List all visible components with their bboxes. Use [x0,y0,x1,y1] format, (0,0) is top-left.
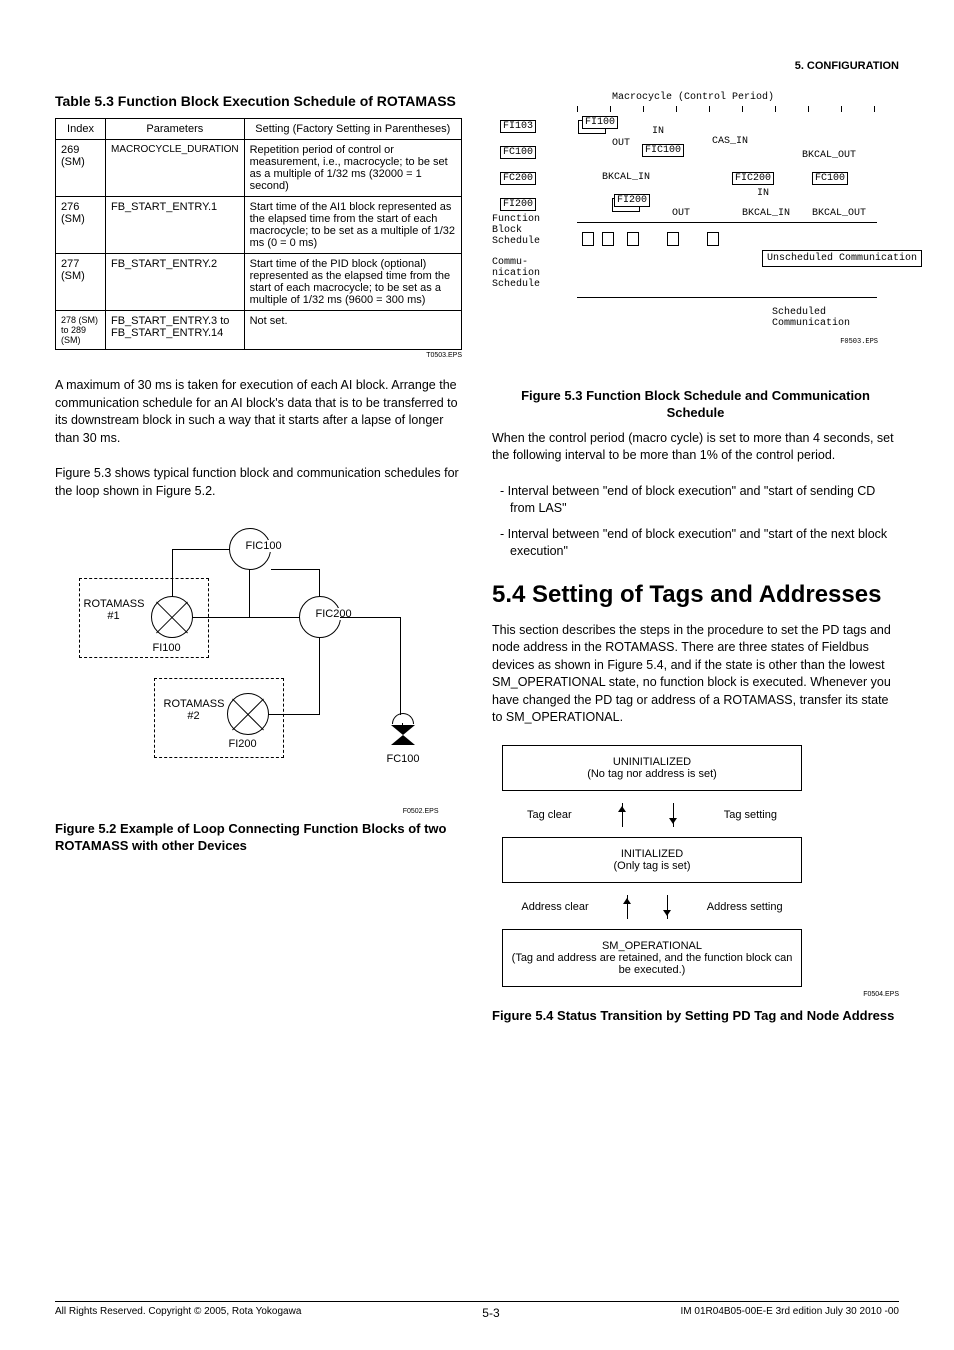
table-row: 276 (SM) FB_START_ENTRY.1 Start time of … [56,197,462,254]
fig54-eps: F0504.EPS [492,991,899,998]
addr-setting-label: Address setting [707,901,783,913]
section-5-4-heading: 5.4 Setting of Tags and Addresses [492,581,899,610]
sched-label: Scheduled Communication [772,307,882,329]
rotamass2-label: ROTAMASS #2 [164,698,224,722]
bullet-item: - Interval between "end of block executi… [510,483,899,518]
fic200-label: FIC200 [314,608,354,620]
fic100-box: FIC100 [642,144,684,157]
cell-setting: Not set. [244,311,461,350]
cell-setting: Start time of the PID block (optional) r… [244,254,461,311]
state-title: UNINITIALIZED [509,756,795,768]
fi100-symbol [151,596,193,638]
execution-schedule-table: Index Parameters Setting (Factory Settin… [55,118,462,350]
state-sub: (Only tag is set) [509,860,795,872]
bkcal-in2-label: BKCAL_IN [742,208,790,219]
cell-index: 276 (SM) [56,197,106,254]
cell-param: FB_START_ENTRY.1 [106,197,245,254]
fig53-eps: F0503.EPS [840,338,878,346]
bkcal-out-label: BKCAL_OUT [802,150,856,161]
footer-page-number: 5-3 [482,1306,499,1320]
fc100-label: FC100 [387,753,420,765]
fic100-label: FIC100 [244,540,284,552]
arrow-down-icon [673,803,674,827]
comm-label: Commu-nication Schedule [492,257,562,290]
tag-clear-label: Tag clear [527,809,572,821]
fc100b-box: FC100 [812,172,848,185]
arrow-up-icon [622,803,623,827]
state-initialized: INITIALIZED (Only tag is set) [502,837,802,883]
fi200-label: FI200 [229,738,257,750]
tag-setting-label: Tag setting [724,809,777,821]
table-header-row: Index Parameters Setting (Factory Settin… [56,119,462,140]
col-setting: Setting (Factory Setting in Parentheses) [244,119,461,140]
table-eps-label: T0503.EPS [55,352,462,359]
cell-param: FB_START_ENTRY.2 [106,254,245,311]
in2-label: IN [757,188,769,199]
bullet-item: - Interval between "end of block executi… [510,526,899,561]
figure-5-2: ROTAMASS #1 FI100 FIC100 FIC200 ROTAMASS… [79,518,439,798]
fc200-box: FC200 [500,172,536,185]
fi100-label: FI100 [153,642,181,654]
cell-param: FB_START_ENTRY.3 to FB_START_ENTRY.14 [106,311,245,350]
bkcal-in-label: BKCAL_IN [602,172,650,183]
fig52-eps: F0502.EPS [79,808,439,815]
table-row: 269 (SM) MACROCYCLE_DURATION Repetition … [56,140,462,197]
paragraph: A maximum of 30 ms is taken for executio… [55,377,462,447]
fic200-box: FIC200 [732,172,774,185]
state-sub: (Tag and address are retained, and the f… [509,952,795,976]
state-operational: SM_OPERATIONAL (Tag and address are reta… [502,929,802,987]
fi200r-box: FI200 [614,194,650,207]
table-row: 278 (SM) to 289 (SM) FB_START_ENTRY.3 to… [56,311,462,350]
state-title: INITIALIZED [509,848,795,860]
paragraph: This section describes the steps in the … [492,622,899,727]
table-row: 277 (SM) FB_START_ENTRY.2 Start time of … [56,254,462,311]
cell-index: 269 (SM) [56,140,106,197]
fig52-caption: Figure 5.2 Example of Loop Connecting Fu… [55,821,462,855]
fc100-box: FC100 [500,146,536,159]
footer-right: IM 01R04B05-00E-E 3rd edition July 30 20… [681,1306,899,1320]
paragraph: Figure 5.3 shows typical function block … [55,465,462,500]
cell-setting: Start time of the AI1 block represented … [244,197,461,254]
cell-param: MACROCYCLE_DURATION [106,140,245,197]
fig54-caption: Figure 5.4 Status Transition by Setting … [492,1008,899,1025]
arrow-up-icon [627,895,628,919]
cell-index: 277 (SM) [56,254,106,311]
fi200l-box: FI200 [500,198,536,211]
fi100-box: FI100 [582,116,618,129]
cas-in-label: CAS_IN [712,136,748,147]
figure-5-4: UNINITIALIZED (No tag nor address is set… [502,745,802,987]
unsched-box: Unscheduled Communication [762,250,922,267]
state-title: SM_OPERATIONAL [509,940,795,952]
page-footer: All Rights Reserved. Copyright © 2005, R… [55,1301,899,1320]
paragraph: When the control period (macro cycle) is… [492,430,899,465]
fi200-symbol [227,693,269,735]
state-sub: (No tag nor address is set) [509,768,795,780]
valve-symbol [389,713,417,747]
table-title: Table 5.3 Function Block Execution Sched… [55,92,462,110]
section-header: 5. CONFIGURATION [55,60,899,72]
macrocycle-title: Macrocycle (Control Period) [612,92,774,103]
cell-setting: Repetition period of control or measurem… [244,140,461,197]
figure-5-3: Macrocycle (Control Period) FI103 FI100 … [492,92,882,382]
addr-clear-label: Address clear [521,901,588,913]
fbs-label: Function Block Schedule [492,214,562,247]
col-index: Index [56,119,106,140]
state-uninitialized: UNINITIALIZED (No tag nor address is set… [502,745,802,791]
in-label: IN [652,126,664,137]
cell-index: 278 (SM) to 289 (SM) [56,311,106,350]
footer-left: All Rights Reserved. Copyright © 2005, R… [55,1306,301,1320]
fi103-box: FI103 [500,120,536,133]
col-parameters: Parameters [106,119,245,140]
bkcal-out2-label: BKCAL_OUT [812,208,866,219]
out-label: OUT [612,138,630,149]
fig53-caption: Figure 5.3 Function Block Schedule and C… [492,388,899,422]
arrow-down-icon [667,895,668,919]
rotamass1-label: ROTAMASS #1 [84,598,144,622]
out2-label: OUT [672,208,690,219]
